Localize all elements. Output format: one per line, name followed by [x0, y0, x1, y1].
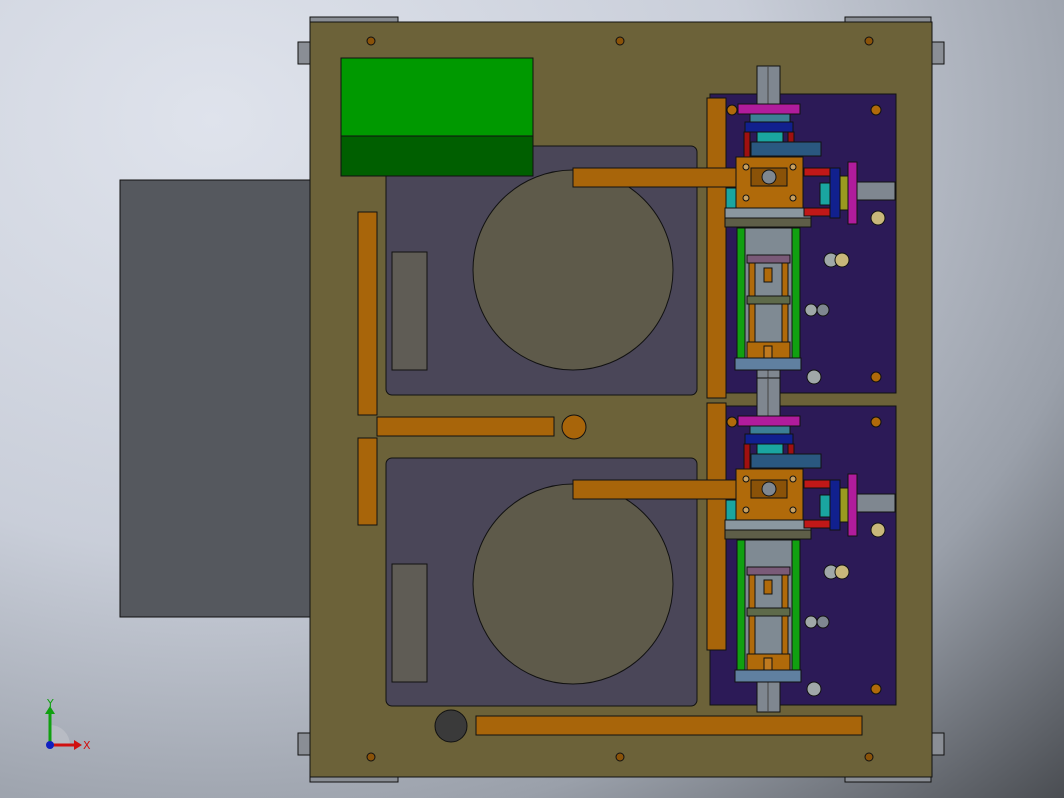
x-arrowhead-icon — [74, 740, 82, 750]
motor-housing — [119, 179, 311, 618]
turntable-upper[interactable] — [472, 169, 674, 371]
bracket-vertical-right — [706, 402, 727, 651]
z-axis-dot — [46, 741, 54, 749]
control-box-top[interactable] — [340, 57, 534, 137]
axis-triad: Y X — [45, 697, 91, 752]
arm-lower[interactable] — [572, 479, 738, 500]
side-tab — [297, 732, 311, 756]
triad-arc — [50, 725, 70, 745]
bracket-bottom — [475, 715, 863, 736]
side-tab — [931, 732, 945, 756]
x-axis-label: X — [83, 739, 91, 752]
turntable-lower[interactable] — [472, 483, 674, 685]
slot-lower — [391, 563, 428, 683]
knob-dark[interactable] — [434, 709, 468, 743]
side-tab — [931, 41, 945, 65]
y-axis-label: Y — [46, 697, 54, 710]
bracket-horizontal — [376, 416, 555, 437]
cad-viewport[interactable]: Y X — [0, 0, 1064, 798]
bracket-vertical — [357, 211, 378, 416]
arm-upper[interactable] — [572, 167, 738, 188]
control-box-bottom — [340, 135, 534, 177]
bracket-vertical — [357, 437, 378, 526]
slot-upper — [391, 251, 428, 371]
side-tab — [297, 41, 311, 65]
knob[interactable] — [561, 414, 587, 440]
bracket-vertical-right — [706, 97, 727, 399]
